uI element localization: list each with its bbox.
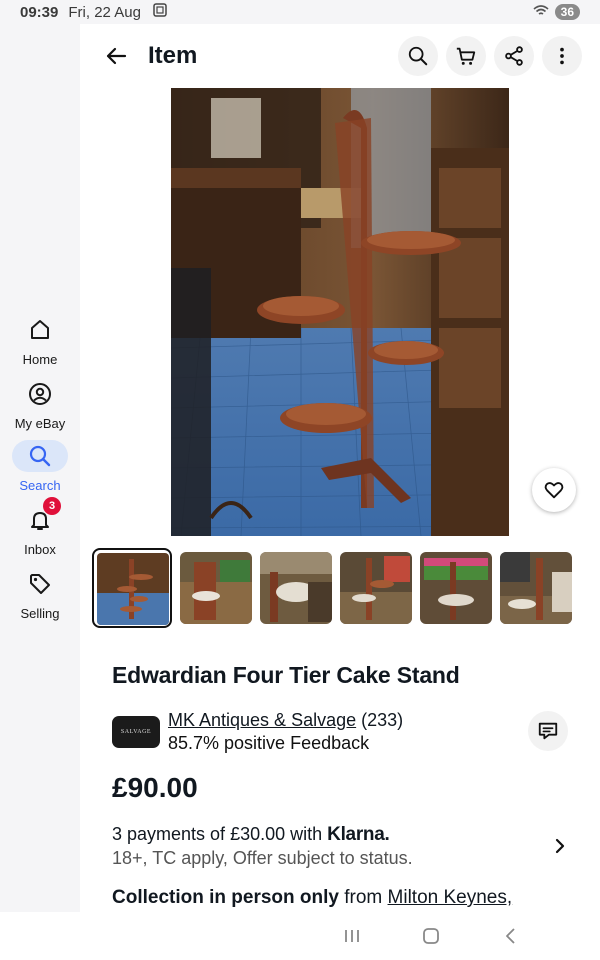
item-price: £90.00: [112, 772, 198, 803]
tag-icon: [12, 568, 68, 600]
share-button[interactable]: [494, 36, 534, 76]
rail-label-selling: Selling: [20, 606, 60, 621]
rail-label-search: Search: [19, 478, 61, 493]
home-nav-icon: [423, 928, 439, 944]
rail-label-home: Home: [22, 352, 58, 367]
system-nav-bar: [0, 912, 600, 960]
seller-logo-text: SALVAGE: [120, 729, 152, 735]
app-header: Item: [80, 24, 600, 88]
home-nav-button[interactable]: [419, 924, 443, 948]
rail-item-search[interactable]: Search: [0, 440, 80, 493]
collection-from: from: [344, 887, 383, 908]
more-options-button[interactable]: [542, 36, 582, 76]
contact-seller-button[interactable]: [528, 711, 568, 751]
rail-item-home[interactable]: Home: [0, 314, 80, 367]
thumbnail-5[interactable]: [420, 552, 492, 624]
wifi-icon: [533, 4, 549, 21]
thumbnail-2[interactable]: [180, 552, 252, 624]
thumbnail-6[interactable]: [500, 552, 572, 624]
heart-icon: [544, 482, 564, 499]
thumbnail-strip: [92, 548, 582, 628]
inbox-badge: 3: [43, 497, 61, 515]
recent-apps-icon: [345, 930, 359, 942]
watch-button[interactable]: [532, 468, 576, 512]
rail-item-my-ebay[interactable]: My eBay: [0, 378, 80, 431]
message-icon: [538, 722, 558, 740]
more-icon: [560, 47, 564, 65]
status-time: 09:39: [20, 3, 59, 21]
rail-item-inbox[interactable]: 3 Inbox: [0, 497, 80, 557]
back-nav-icon: [506, 928, 515, 944]
share-icon: [505, 46, 523, 66]
seller-logo[interactable]: SALVAGE: [112, 716, 160, 748]
back-nav-button[interactable]: [498, 924, 522, 948]
klarna-terms: 18+, TC apply, Offer subject to status.: [112, 848, 413, 868]
collection-info: Collection in person only from Milton Ke…: [112, 887, 512, 909]
klarna-logo: Klarna.: [327, 824, 390, 845]
chevron-right-icon[interactable]: [548, 834, 572, 858]
klarna-offer[interactable]: 3 payments of £30.00 with Klarna.: [112, 824, 390, 846]
thumbnail-3[interactable]: [260, 552, 332, 624]
collection-label: Collection in person only: [112, 887, 339, 908]
search-icon: [12, 440, 68, 472]
thumbnail-1[interactable]: [92, 548, 172, 628]
recent-apps-button[interactable]: [340, 924, 364, 948]
seller-info: MK Antiques & Salvage (233): [168, 710, 403, 731]
collection-location-link[interactable]: Milton Keynes,: [388, 887, 513, 908]
account-icon: [12, 378, 68, 410]
bell-icon: 3: [12, 497, 68, 536]
home-icon: [12, 314, 68, 346]
status-date: Fri, 22 Aug: [68, 3, 141, 21]
battery-indicator: 36: [554, 4, 580, 20]
page-title: Item: [148, 42, 198, 69]
rail-item-selling[interactable]: Selling: [0, 568, 80, 621]
status-bar: 09:39 Fri, 22 Aug 36: [0, 0, 600, 24]
klarna-payment-text: 3 payments of £30.00 with: [112, 824, 323, 844]
seller-feedback: 85.7% positive Feedback: [168, 733, 370, 753]
cart-icon: [456, 47, 476, 65]
main-product-image[interactable]: [171, 88, 509, 536]
item-title: Edwardian Four Tier Cake Stand: [112, 662, 460, 688]
arrow-left-icon: [106, 47, 127, 65]
search-button[interactable]: [398, 36, 438, 76]
back-button[interactable]: [96, 36, 136, 76]
seller-rating-count: (233): [361, 710, 404, 730]
cart-button[interactable]: [446, 36, 486, 76]
rail-label-inbox: Inbox: [24, 542, 56, 557]
seller-name-link[interactable]: MK Antiques & Salvage: [168, 710, 356, 730]
thumbnail-4[interactable]: [340, 552, 412, 624]
search-icon: [408, 46, 428, 66]
screenshot-icon: [153, 3, 167, 21]
rail-label-my-ebay: My eBay: [14, 416, 66, 431]
navigation-rail: Home My eBay Search 3 Inbox Selling: [0, 24, 80, 912]
